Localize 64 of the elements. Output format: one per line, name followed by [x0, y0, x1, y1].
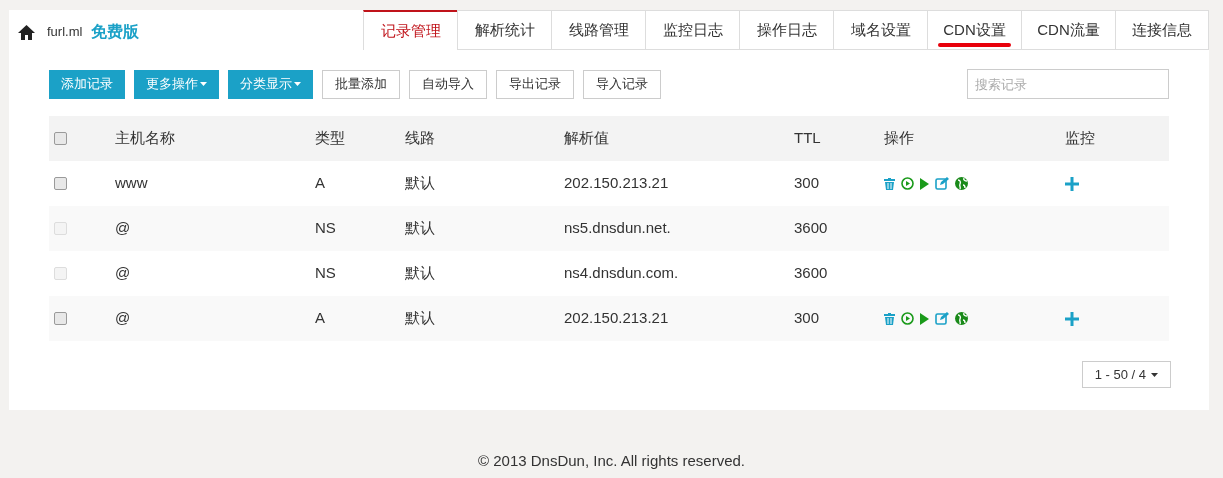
- footer-text: © 2013 DnsDun, Inc. All rights reserved.: [478, 451, 745, 471]
- toolbar-button[interactable]: 自动导入: [409, 69, 487, 99]
- table-cell: A: [315, 309, 325, 327]
- plus-icon[interactable]: [1065, 311, 1079, 326]
- caret-icon: [294, 82, 301, 86]
- tab[interactable]: 操作日志: [739, 10, 833, 50]
- table-cell: 默认: [405, 219, 435, 237]
- home-icon[interactable]: [18, 24, 35, 40]
- tab[interactable]: 连接信息: [1115, 10, 1209, 50]
- column-header: 类型: [315, 129, 345, 147]
- column-header: 监控: [1065, 129, 1095, 147]
- table-cell: @: [115, 264, 131, 282]
- table-cell: ns5.dnsdun.net.: [564, 219, 671, 237]
- play-circle-icon[interactable]: [901, 177, 914, 190]
- domain-name: furl.ml: [47, 23, 83, 42]
- table-cell: 202.150.213.21: [564, 309, 669, 327]
- tab[interactable]: 监控日志: [645, 10, 739, 50]
- column-header: 线路: [405, 129, 435, 147]
- table-cell: ns4.dnsdun.com.: [564, 264, 679, 282]
- table-cell: 300: [794, 309, 820, 327]
- tab[interactable]: 记录管理: [363, 10, 457, 50]
- tab[interactable]: 域名设置: [833, 10, 927, 50]
- table-cell: 3600: [794, 264, 828, 282]
- toolbar-button[interactable]: 批量添加: [322, 69, 400, 99]
- table-cell: @: [115, 219, 131, 237]
- globe-icon[interactable]: [955, 312, 968, 325]
- table-cell: 3600: [794, 219, 828, 237]
- play-circle-icon[interactable]: [901, 312, 914, 325]
- tab[interactable]: CDN设置: [927, 10, 1021, 50]
- table-cell: 默认: [405, 264, 435, 282]
- table-cell: A: [315, 174, 325, 192]
- table-cell: 202.150.213.21: [564, 174, 669, 192]
- column-header: 解析值: [564, 129, 609, 147]
- globe-icon[interactable]: [955, 177, 968, 190]
- table-cell: NS: [315, 264, 336, 282]
- plan-label: 免费版: [91, 22, 140, 42]
- column-header: 操作: [884, 129, 914, 147]
- column-header: TTL: [794, 129, 821, 147]
- checkbox[interactable]: [54, 177, 67, 190]
- pagination-dropdown[interactable]: 1 - 50 / 4: [1081, 361, 1171, 388]
- toolbar-button[interactable]: 导出记录: [496, 69, 574, 99]
- edit-icon[interactable]: [935, 177, 949, 190]
- checkbox[interactable]: [54, 132, 67, 145]
- play-icon[interactable]: [920, 312, 929, 325]
- trash-icon[interactable]: [884, 177, 895, 190]
- caret-icon: [1151, 372, 1158, 377]
- trash-icon[interactable]: [884, 312, 895, 325]
- search-field[interactable]: 搜索记录: [967, 69, 1169, 99]
- checkbox[interactable]: [54, 312, 67, 325]
- edit-icon[interactable]: [935, 312, 949, 325]
- table-cell: www: [115, 174, 148, 192]
- column-header: 主机名称: [115, 129, 175, 147]
- plus-icon[interactable]: [1065, 176, 1079, 191]
- tab[interactable]: 解析统计: [457, 10, 551, 50]
- caret-icon: [200, 82, 207, 86]
- tab[interactable]: CDN流量: [1021, 10, 1115, 50]
- play-icon[interactable]: [920, 177, 929, 190]
- table-cell: 默认: [405, 309, 435, 327]
- tab[interactable]: 线路管理: [551, 10, 645, 50]
- table-cell: NS: [315, 219, 336, 237]
- table-cell: 300: [794, 174, 820, 192]
- table-cell: @: [115, 309, 131, 327]
- toolbar-button[interactable]: 导入记录: [583, 69, 661, 99]
- table-cell: 默认: [405, 174, 435, 192]
